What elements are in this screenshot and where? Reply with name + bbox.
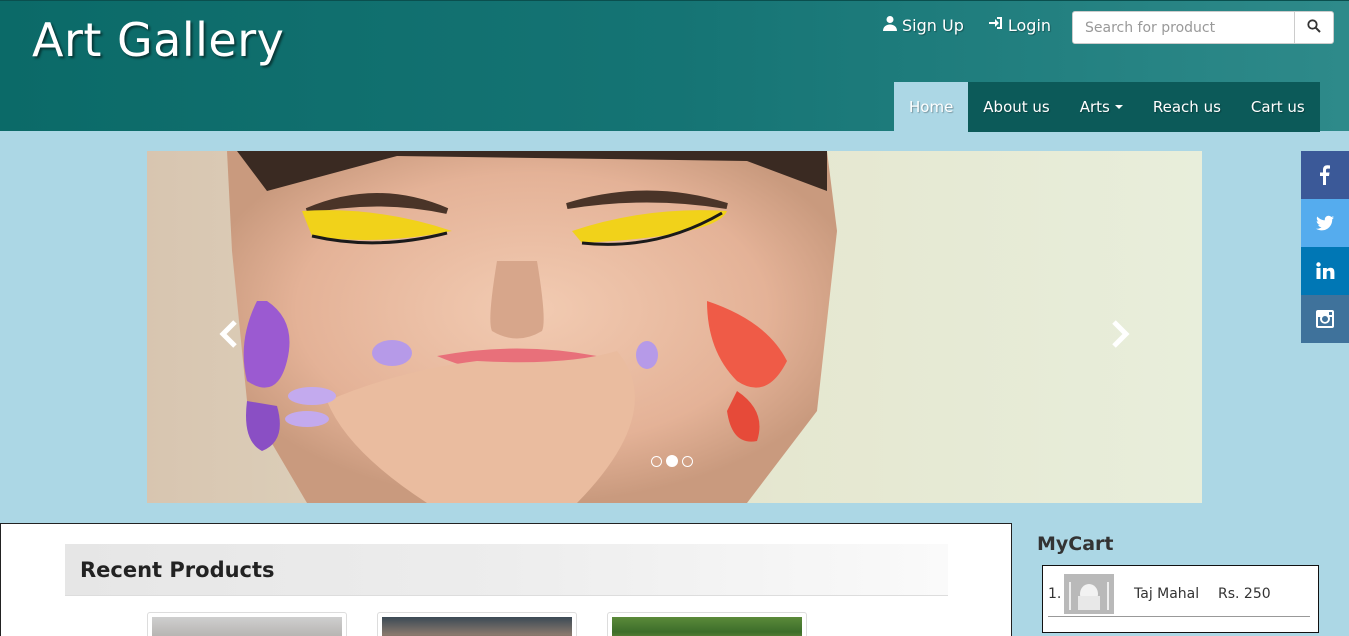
cart-item-price: Rs. 250 (1218, 585, 1271, 602)
main-content: Recent Products (0, 523, 1012, 636)
instagram-link[interactable] (1301, 295, 1349, 343)
instagram-icon (1316, 310, 1334, 328)
carousel-slide-image (147, 151, 1202, 503)
account-links: Sign Up Login (882, 15, 1051, 35)
social-bar (1301, 151, 1349, 343)
twitter-icon (1316, 215, 1334, 231)
brand-logo[interactable]: Art Gallery (32, 13, 284, 67)
cart-panel: 1. Taj Mahal Rs. 250 (1042, 565, 1319, 633)
linkedin-link[interactable] (1301, 247, 1349, 295)
product-thumbnail[interactable] (147, 612, 347, 636)
signup-label: Sign Up (902, 15, 964, 35)
recent-products-title: Recent Products (65, 544, 948, 596)
search-bar (1072, 11, 1334, 44)
carousel-prev-button[interactable] (217, 319, 241, 349)
nav-home[interactable]: Home (894, 82, 969, 132)
carousel-dot-2[interactable] (666, 455, 678, 467)
carousel-dot-3[interactable] (682, 456, 693, 467)
facebook-icon (1320, 165, 1330, 185)
signup-link[interactable]: Sign Up (882, 15, 964, 35)
chevron-left-icon (219, 320, 237, 348)
carousel-next-button[interactable] (1108, 319, 1132, 349)
product-image (382, 617, 572, 636)
chevron-right-icon (1112, 320, 1130, 348)
login-label: Login (1007, 15, 1052, 35)
user-icon (882, 15, 898, 35)
search-input[interactable] (1073, 12, 1294, 43)
product-thumbnail[interactable] (377, 612, 577, 636)
product-image (612, 617, 802, 636)
login-link[interactable]: Login (988, 15, 1051, 35)
image-carousel (147, 151, 1202, 503)
search-icon (1307, 18, 1321, 37)
nav-reach[interactable]: Reach us (1138, 82, 1236, 132)
facebook-link[interactable] (1301, 151, 1349, 199)
site-header: Art Gallery Sign Up Login Home About us … (0, 0, 1349, 132)
product-thumbnail[interactable] (607, 612, 807, 636)
cart-item-index: 1. (1048, 585, 1062, 602)
twitter-link[interactable] (1301, 199, 1349, 247)
login-icon (988, 15, 1004, 35)
main-nav: Home About us Arts Reach us Cart us (894, 82, 1320, 132)
cart-item-name: Taj Mahal (1134, 585, 1200, 602)
linkedin-icon (1316, 262, 1335, 279)
caret-down-icon (1114, 105, 1123, 109)
nav-arts-label: Arts (1079, 98, 1110, 116)
carousel-dot-1[interactable] (651, 456, 662, 467)
product-image (152, 617, 342, 636)
nav-cart[interactable]: Cart us (1236, 82, 1320, 132)
nav-about[interactable]: About us (968, 82, 1064, 132)
search-button[interactable] (1294, 12, 1333, 43)
cart-title: MyCart (1037, 533, 1114, 555)
cart-item[interactable]: 1. Taj Mahal Rs. 250 (1048, 571, 1310, 617)
nav-arts[interactable]: Arts (1065, 82, 1138, 132)
cart-item-image (1064, 573, 1114, 614)
carousel-indicators (651, 455, 693, 467)
